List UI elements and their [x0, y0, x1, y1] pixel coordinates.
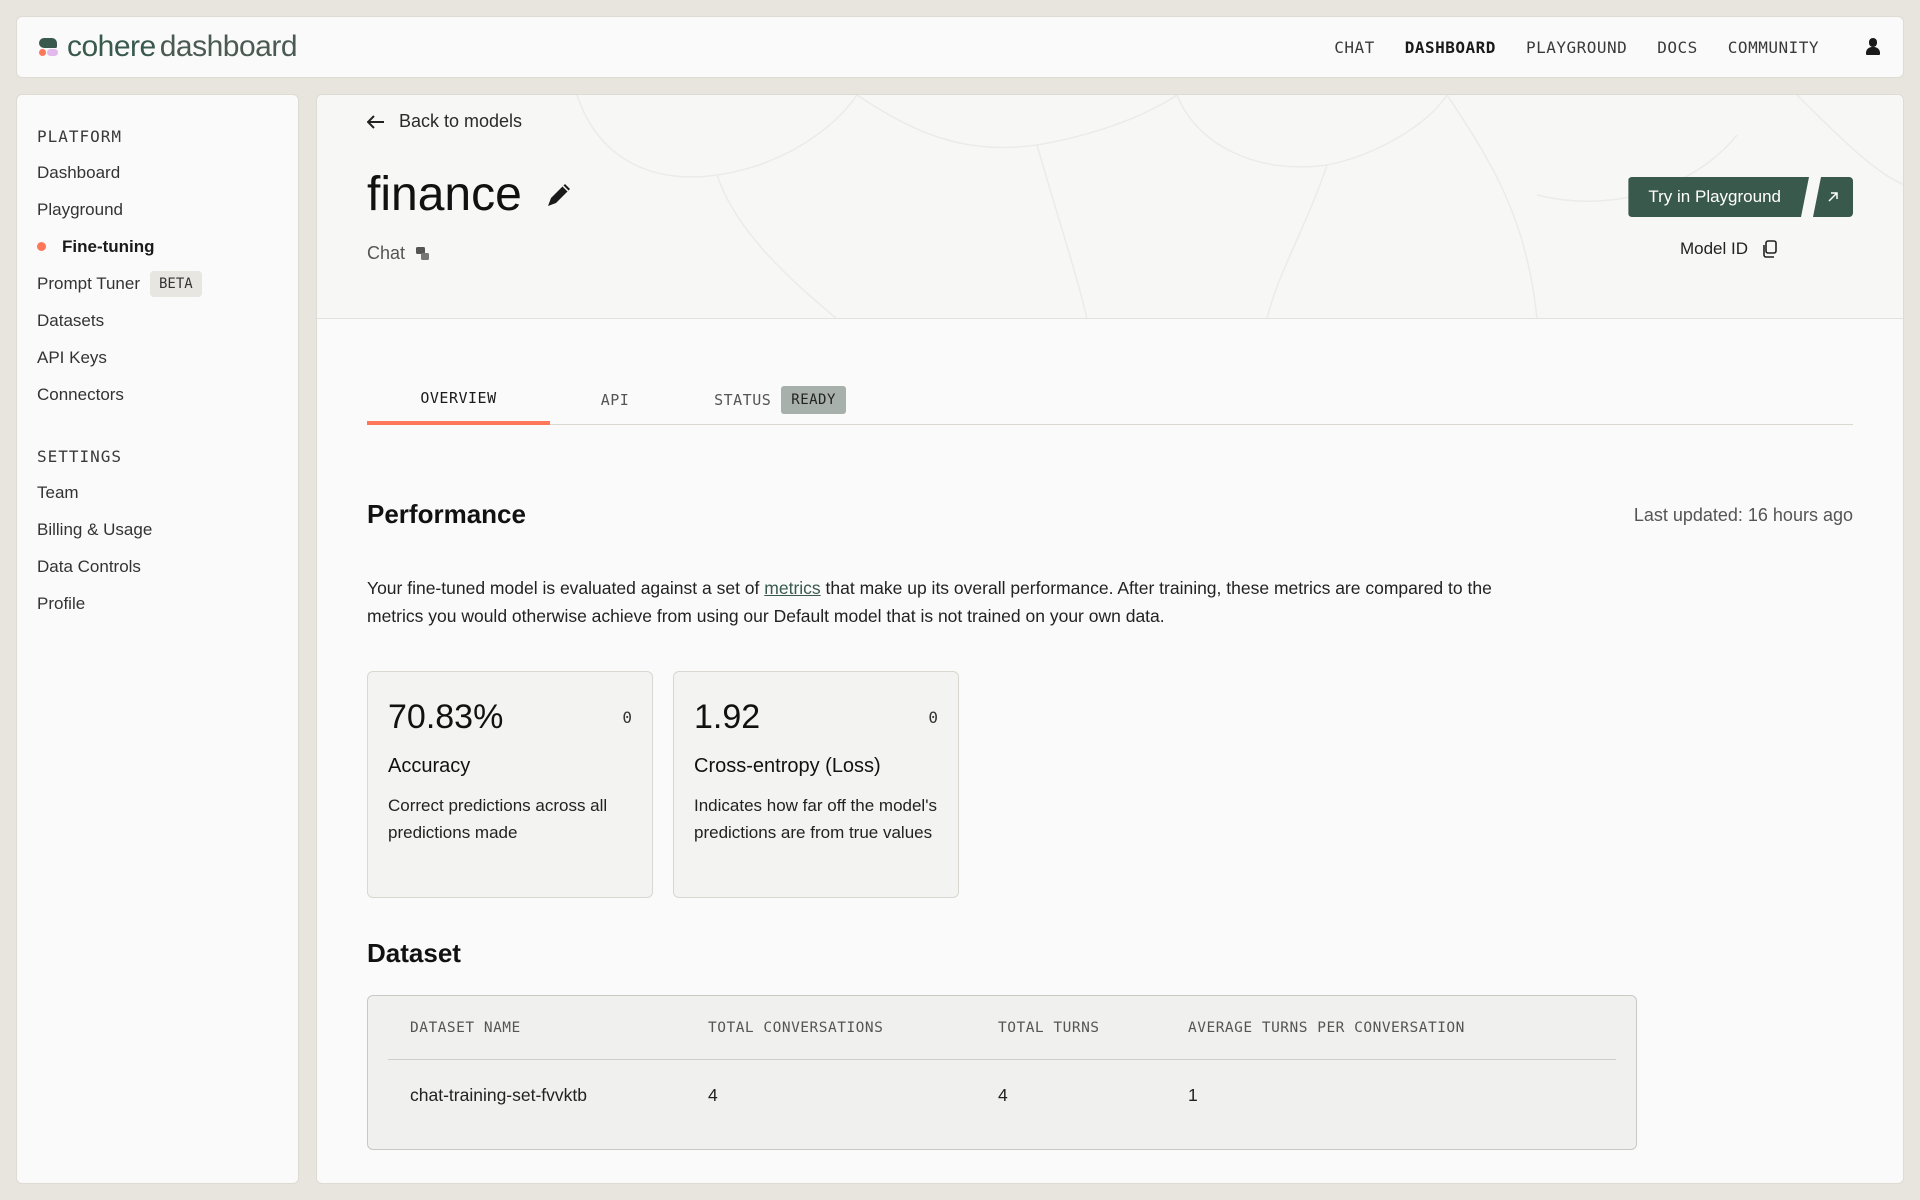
- sidebar-item-label: Data Controls: [37, 556, 141, 576]
- metric-card-accuracy: 70.83% 0 Accuracy Correct predictions ac…: [367, 671, 653, 898]
- sidebar-item-label: Team: [37, 482, 79, 502]
- description-text-start: Your fine-tuned model is evaluated again…: [367, 578, 765, 598]
- dataset-heading: Dataset: [367, 938, 461, 968]
- sidebar-item-label: Profile: [37, 593, 86, 613]
- tab-api[interactable]: API: [550, 375, 680, 425]
- tab-status-label: STATUS: [714, 391, 772, 409]
- nav-dashboard[interactable]: DASHBOARD: [1405, 38, 1496, 57]
- sidebar-item-playground[interactable]: Playground: [37, 191, 278, 228]
- sidebar-item-fine-tuning[interactable]: Fine-tuning: [37, 228, 278, 265]
- try-in-playground-button[interactable]: Try in Playground: [1628, 177, 1809, 217]
- sidebar: PLATFORM Dashboard Playground Fine-tunin…: [16, 94, 299, 1184]
- metric-card-loss: 1.92 0 Cross-entropy (Loss) Indicates ho…: [673, 671, 959, 898]
- logo-text: cohere dashboard: [67, 30, 298, 64]
- sidebar-item-label: API Keys: [37, 347, 107, 367]
- metric-count: 0: [928, 708, 938, 727]
- sidebar-item-label: Billing & Usage: [37, 519, 153, 539]
- model-id: Model ID: [1680, 239, 1778, 259]
- logo-brand: cohere: [67, 30, 156, 63]
- sidebar-item-billing[interactable]: Billing & Usage: [37, 511, 278, 548]
- main-panel: Back to models finance Chat Try in Playg…: [316, 94, 1904, 1184]
- sidebar-item-connectors[interactable]: Connectors: [37, 376, 278, 413]
- sidebar-item-team[interactable]: Team: [37, 474, 278, 511]
- status-badge: READY: [781, 386, 846, 414]
- back-label: Back to models: [399, 111, 523, 131]
- metric-count: 0: [622, 708, 632, 727]
- pencil-icon[interactable]: [544, 180, 574, 210]
- copy-icon[interactable]: [1762, 240, 1778, 258]
- model-title-row: finance: [367, 167, 574, 222]
- metric-value: 1.92: [694, 698, 761, 736]
- open-external-button[interactable]: [1813, 177, 1853, 217]
- chat-bubble-icon: [416, 246, 430, 260]
- sidebar-item-api-keys[interactable]: API Keys: [37, 339, 278, 376]
- beta-badge: BETA: [150, 270, 202, 297]
- model-name: finance: [367, 168, 522, 221]
- top-bar: cohere dashboard CHAT DASHBOARD PLAYGROUN…: [16, 16, 1904, 78]
- model-header: Back to models finance Chat Try in Playg…: [317, 95, 1903, 319]
- arrow-up-right-icon: [1828, 192, 1838, 202]
- last-updated: Last updated: 16 hours ago: [1633, 505, 1853, 525]
- metric-name: Cross-entropy (Loss): [694, 755, 881, 777]
- try-in-playground-group: Try in Playground: [1628, 177, 1853, 217]
- column-header: TOTAL CONVERSATIONS: [708, 1019, 884, 1036]
- dataset-table: DATASET NAME TOTAL CONVERSATIONS TOTAL T…: [367, 995, 1637, 1150]
- cohere-logo-icon: [37, 36, 59, 58]
- nav-docs[interactable]: DOCS: [1657, 38, 1698, 57]
- logo[interactable]: cohere dashboard: [37, 30, 298, 64]
- table-header-row: DATASET NAME TOTAL CONVERSATIONS TOTAL T…: [388, 996, 1616, 1060]
- table-row[interactable]: chat-training-set-fvvktb 4 4 1: [388, 1060, 1616, 1130]
- sidebar-heading-platform: PLATFORM: [37, 127, 123, 146]
- sidebar-item-label: Prompt Tuner: [37, 273, 140, 293]
- sidebar-item-prompt-tuner[interactable]: Prompt Tuner BETA: [37, 265, 278, 302]
- total-conversations-cell: 4: [708, 1084, 718, 1105]
- metric-name: Accuracy: [388, 755, 471, 777]
- average-turns-cell: 1: [1188, 1084, 1198, 1105]
- tab-overview[interactable]: OVERVIEW: [367, 375, 550, 425]
- sidebar-item-datasets[interactable]: Datasets: [37, 302, 278, 339]
- sidebar-settings-group: SETTINGS Team Billing & Usage Data Contr…: [37, 447, 278, 622]
- nav-playground[interactable]: PLAYGROUND: [1526, 38, 1627, 57]
- arrow-left-icon: [367, 114, 384, 129]
- sidebar-item-dashboard[interactable]: Dashboard: [37, 154, 278, 191]
- sidebar-item-profile[interactable]: Profile: [37, 585, 278, 622]
- performance-description: Your fine-tuned model is evaluated again…: [367, 574, 1547, 630]
- sidebar-item-label: Playground: [37, 199, 124, 219]
- model-id-label: Model ID: [1679, 239, 1748, 258]
- nav-community[interactable]: COMMUNITY: [1728, 38, 1819, 57]
- metric-value: 70.83%: [388, 698, 504, 736]
- top-nav: CHAT DASHBOARD PLAYGROUND DOCS COMMUNITY: [1334, 37, 1883, 57]
- sidebar-platform-group: PLATFORM Dashboard Playground Fine-tunin…: [37, 127, 278, 413]
- tab-status[interactable]: STATUS READY: [680, 375, 880, 425]
- column-header: AVERAGE TURNS PER CONVERSATION: [1188, 1019, 1465, 1036]
- sidebar-item-data-controls[interactable]: Data Controls: [37, 548, 278, 585]
- logo-product: dashboard: [159, 30, 298, 63]
- back-to-models-link[interactable]: Back to models: [367, 111, 522, 132]
- dataset-name-cell[interactable]: chat-training-set-fvvktb: [388, 1085, 708, 1106]
- model-type: Chat: [367, 243, 431, 264]
- metrics-link[interactable]: metrics: [764, 578, 820, 598]
- user-icon[interactable]: [1863, 37, 1883, 57]
- sidebar-item-label: Datasets: [37, 310, 105, 330]
- model-type-label: Chat: [367, 243, 406, 263]
- total-turns-cell: 4: [998, 1084, 1008, 1105]
- sidebar-item-label: Dashboard: [37, 162, 121, 182]
- sidebar-item-label: Fine-tuning: [62, 236, 155, 256]
- nav-chat[interactable]: CHAT: [1334, 38, 1375, 57]
- metric-note: Indicates how far off the model's predic…: [694, 796, 937, 842]
- sidebar-heading-settings: SETTINGS: [37, 447, 123, 466]
- active-dot-icon: [37, 242, 46, 251]
- performance-heading: Performance: [367, 499, 526, 529]
- column-header: TOTAL TURNS: [998, 1019, 1100, 1036]
- metric-note: Correct predictions across all predictio…: [388, 796, 608, 842]
- tab-bar: OVERVIEW API STATUS READY: [367, 375, 1853, 425]
- sidebar-item-label: Connectors: [37, 384, 124, 404]
- column-header: DATASET NAME: [410, 1019, 521, 1036]
